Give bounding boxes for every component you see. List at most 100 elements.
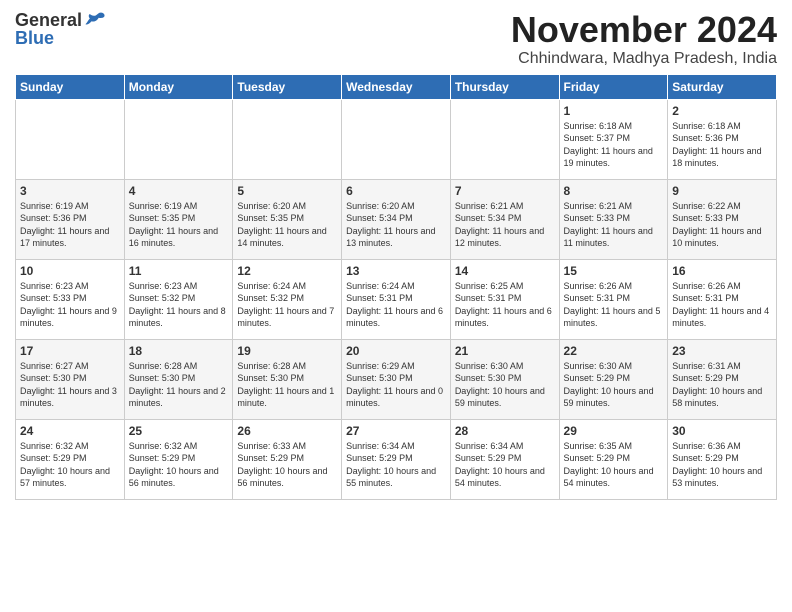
day-info: Sunrise: 6:23 AMSunset: 5:33 PMDaylight:…: [20, 280, 120, 330]
day-number: 13: [346, 264, 446, 278]
header: General Blue November 2024 Chhindwara, M…: [15, 10, 777, 68]
day-info: Sunrise: 6:24 AMSunset: 5:31 PMDaylight:…: [346, 280, 446, 330]
day-number: 8: [564, 184, 664, 198]
calendar-cell: 6 Sunrise: 6:20 AMSunset: 5:34 PMDaylight…: [342, 179, 451, 259]
calendar-cell: 27Sunrise: 6:34 AMSunset: 5:29 PMDayligh…: [342, 419, 451, 499]
logo-bird-icon: [84, 10, 106, 32]
day-number: 12: [237, 264, 337, 278]
calendar-cell: 1 Sunrise: 6:18 AMSunset: 5:37 PMDaylight…: [559, 99, 668, 179]
calendar-cell: [342, 99, 451, 179]
calendar-cell: 3Sunrise: 6:19 AMSunset: 5:36 PMDaylight…: [16, 179, 125, 259]
title-area: November 2024 Chhindwara, Madhya Pradesh…: [511, 10, 777, 68]
calendar-cell: 24 Sunrise: 6:32 AMSunset: 5:29 PMDayligh…: [16, 419, 125, 499]
week-row-3: 10Sunrise: 6:23 AMSunset: 5:33 PMDayligh…: [16, 259, 777, 339]
day-number: 17: [20, 344, 120, 358]
day-number: 30: [672, 424, 772, 438]
day-number: 11: [129, 264, 229, 278]
day-info: Sunrise: 6:32 AMSunset: 5:29 PMDaylight:…: [20, 440, 120, 490]
calendar-cell: 11Sunrise: 6:23 AMSunset: 5:32 PMDayligh…: [124, 259, 233, 339]
day-info: Sunrise: 6:30 AMSunset: 5:29 PMDaylight:…: [564, 360, 664, 410]
calendar-cell: 19Sunrise: 6:28 AMSunset: 5:30 PMDayligh…: [233, 339, 342, 419]
header-monday: Monday: [124, 74, 233, 99]
day-number: 6: [346, 184, 446, 198]
calendar-cell: 5 Sunrise: 6:20 AMSunset: 5:35 PMDaylight…: [233, 179, 342, 259]
day-info: Sunrise: 6:30 AMSunset: 5:30 PMDaylight:…: [455, 360, 555, 410]
day-number: 4: [129, 184, 229, 198]
logo-blue-text: Blue: [15, 28, 54, 49]
day-info: Sunrise: 6:18 AMSunset: 5:36 PMDaylight:…: [672, 120, 772, 170]
week-row-4: 17 Sunrise: 6:27 AMSunset: 5:30 PMDayligh…: [16, 339, 777, 419]
day-number: 22: [564, 344, 664, 358]
day-number: 1: [564, 104, 664, 118]
day-number: 7: [455, 184, 555, 198]
day-info: Sunrise: 6:21 AMSunset: 5:33 PMDaylight:…: [564, 200, 664, 250]
calendar-cell: 8 Sunrise: 6:21 AMSunset: 5:33 PMDaylight…: [559, 179, 668, 259]
calendar-cell: 2Sunrise: 6:18 AMSunset: 5:36 PMDaylight…: [668, 99, 777, 179]
header-sunday: Sunday: [16, 74, 125, 99]
calendar-table: SundayMondayTuesdayWednesdayThursdayFrid…: [15, 74, 777, 500]
day-info: Sunrise: 6:20 AMSunset: 5:35 PMDaylight:…: [237, 200, 337, 250]
calendar-cell: 28Sunrise: 6:34 AMSunset: 5:29 PMDayligh…: [450, 419, 559, 499]
calendar-cell: 4 Sunrise: 6:19 AMSunset: 5:35 PMDaylight…: [124, 179, 233, 259]
day-number: 3: [20, 184, 120, 198]
day-number: 14: [455, 264, 555, 278]
header-friday: Friday: [559, 74, 668, 99]
day-number: 9: [672, 184, 772, 198]
calendar-cell: 9Sunrise: 6:22 AMSunset: 5:33 PMDaylight…: [668, 179, 777, 259]
header-tuesday: Tuesday: [233, 74, 342, 99]
calendar-cell: 20Sunrise: 6:29 AMSunset: 5:30 PMDayligh…: [342, 339, 451, 419]
day-info: Sunrise: 6:26 AMSunset: 5:31 PMDaylight:…: [672, 280, 772, 330]
calendar-cell: 26 Sunrise: 6:33 AMSunset: 5:29 PMDayligh…: [233, 419, 342, 499]
calendar-cell: 30 Sunrise: 6:36 AMSunset: 5:29 PMDayligh…: [668, 419, 777, 499]
calendar-cell: 13 Sunrise: 6:24 AMSunset: 5:31 PMDayligh…: [342, 259, 451, 339]
day-number: 5: [237, 184, 337, 198]
day-number: 21: [455, 344, 555, 358]
calendar-cell: 23 Sunrise: 6:31 AMSunset: 5:29 PMDayligh…: [668, 339, 777, 419]
calendar-cell: 22 Sunrise: 6:30 AMSunset: 5:29 PMDayligh…: [559, 339, 668, 419]
month-title: November 2024: [511, 10, 777, 50]
calendar-cell: 10Sunrise: 6:23 AMSunset: 5:33 PMDayligh…: [16, 259, 125, 339]
header-wednesday: Wednesday: [342, 74, 451, 99]
week-row-2: 3Sunrise: 6:19 AMSunset: 5:36 PMDaylight…: [16, 179, 777, 259]
day-info: Sunrise: 6:36 AMSunset: 5:29 PMDaylight:…: [672, 440, 772, 490]
calendar-cell: [16, 99, 125, 179]
header-saturday: Saturday: [668, 74, 777, 99]
day-number: 27: [346, 424, 446, 438]
day-info: Sunrise: 6:19 AMSunset: 5:35 PMDaylight:…: [129, 200, 229, 250]
day-number: 23: [672, 344, 772, 358]
calendar-cell: 15 Sunrise: 6:26 AMSunset: 5:31 PMDayligh…: [559, 259, 668, 339]
day-info: Sunrise: 6:27 AMSunset: 5:30 PMDaylight:…: [20, 360, 120, 410]
day-number: 24: [20, 424, 120, 438]
calendar-cell: [233, 99, 342, 179]
day-info: Sunrise: 6:32 AMSunset: 5:29 PMDaylight:…: [129, 440, 229, 490]
day-info: Sunrise: 6:29 AMSunset: 5:30 PMDaylight:…: [346, 360, 446, 410]
day-info: Sunrise: 6:31 AMSunset: 5:29 PMDaylight:…: [672, 360, 772, 410]
day-number: 15: [564, 264, 664, 278]
header-thursday: Thursday: [450, 74, 559, 99]
calendar-cell: 16 Sunrise: 6:26 AMSunset: 5:31 PMDayligh…: [668, 259, 777, 339]
day-number: 16: [672, 264, 772, 278]
week-row-5: 24 Sunrise: 6:32 AMSunset: 5:29 PMDayligh…: [16, 419, 777, 499]
day-info: Sunrise: 6:25 AMSunset: 5:31 PMDaylight:…: [455, 280, 555, 330]
day-info: Sunrise: 6:34 AMSunset: 5:29 PMDaylight:…: [455, 440, 555, 490]
day-info: Sunrise: 6:20 AMSunset: 5:34 PMDaylight:…: [346, 200, 446, 250]
day-number: 26: [237, 424, 337, 438]
calendar-cell: [450, 99, 559, 179]
calendar-cell: 14 Sunrise: 6:25 AMSunset: 5:31 PMDayligh…: [450, 259, 559, 339]
day-number: 19: [237, 344, 337, 358]
calendar-cell: 25 Sunrise: 6:32 AMSunset: 5:29 PMDayligh…: [124, 419, 233, 499]
day-info: Sunrise: 6:21 AMSunset: 5:34 PMDaylight:…: [455, 200, 555, 250]
calendar-cell: 18Sunrise: 6:28 AMSunset: 5:30 PMDayligh…: [124, 339, 233, 419]
day-info: Sunrise: 6:35 AMSunset: 5:29 PMDaylight:…: [564, 440, 664, 490]
day-info: Sunrise: 6:18 AMSunset: 5:37 PMDaylight:…: [564, 120, 664, 170]
calendar-cell: 17 Sunrise: 6:27 AMSunset: 5:30 PMDayligh…: [16, 339, 125, 419]
day-info: Sunrise: 6:24 AMSunset: 5:32 PMDaylight:…: [237, 280, 337, 330]
calendar-cell: 12 Sunrise: 6:24 AMSunset: 5:32 PMDayligh…: [233, 259, 342, 339]
calendar-cell: [124, 99, 233, 179]
header-row: SundayMondayTuesdayWednesdayThursdayFrid…: [16, 74, 777, 99]
day-number: 29: [564, 424, 664, 438]
day-number: 25: [129, 424, 229, 438]
day-info: Sunrise: 6:26 AMSunset: 5:31 PMDaylight:…: [564, 280, 664, 330]
day-info: Sunrise: 6:33 AMSunset: 5:29 PMDaylight:…: [237, 440, 337, 490]
day-number: 18: [129, 344, 229, 358]
